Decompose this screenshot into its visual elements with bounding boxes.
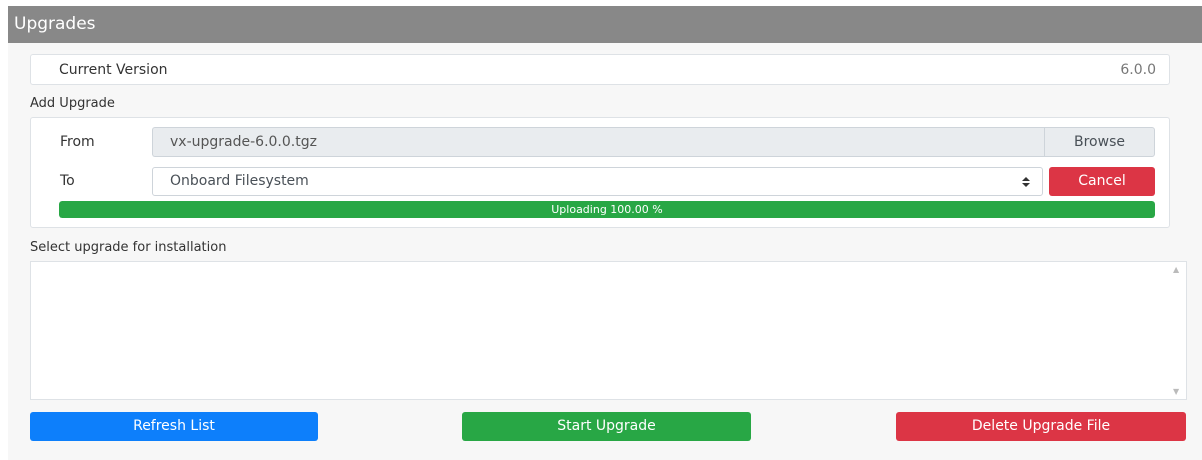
upgrade-list-scrollbar[interactable]: ▲ ▼ (1169, 262, 1186, 399)
browse-button[interactable]: Browse (1044, 127, 1155, 157)
current-version-value: 6.0.0 (1120, 62, 1156, 78)
refresh-list-button[interactable]: Refresh List (30, 412, 318, 441)
upgrade-file-name: vx-upgrade-6.0.0.tgz (170, 134, 317, 150)
upload-progress-fill: Uploading 100.00 % (59, 201, 1155, 218)
start-upgrade-button[interactable]: Start Upgrade (462, 412, 751, 441)
page-title: Upgrades (14, 14, 96, 34)
scroll-up-arrow-icon[interactable]: ▲ (1173, 265, 1179, 274)
upgrade-list[interactable]: ▲ ▼ (30, 261, 1187, 400)
current-version-label: Current Version (59, 62, 168, 78)
current-version-row: Current Version 6.0.0 (30, 54, 1170, 85)
install-section-label: Select upgrade for installation (30, 240, 227, 255)
scroll-down-arrow-icon[interactable]: ▼ (1173, 387, 1179, 396)
cancel-button[interactable]: Cancel (1049, 167, 1155, 196)
up-down-chevron-icon (1022, 168, 1030, 195)
to-label: To (60, 173, 75, 189)
destination-selected-value: Onboard Filesystem (170, 173, 309, 189)
destination-select[interactable]: Onboard Filesystem (152, 167, 1043, 196)
add-upgrade-label: Add Upgrade (30, 96, 115, 111)
upgrade-file-input[interactable]: vx-upgrade-6.0.0.tgz (152, 127, 1045, 157)
upload-progress-bar: Uploading 100.00 % (59, 201, 1155, 218)
panel-header: Upgrades (8, 6, 1202, 43)
from-label: From (60, 134, 95, 150)
delete-upgrade-file-button[interactable]: Delete Upgrade File (896, 412, 1186, 441)
